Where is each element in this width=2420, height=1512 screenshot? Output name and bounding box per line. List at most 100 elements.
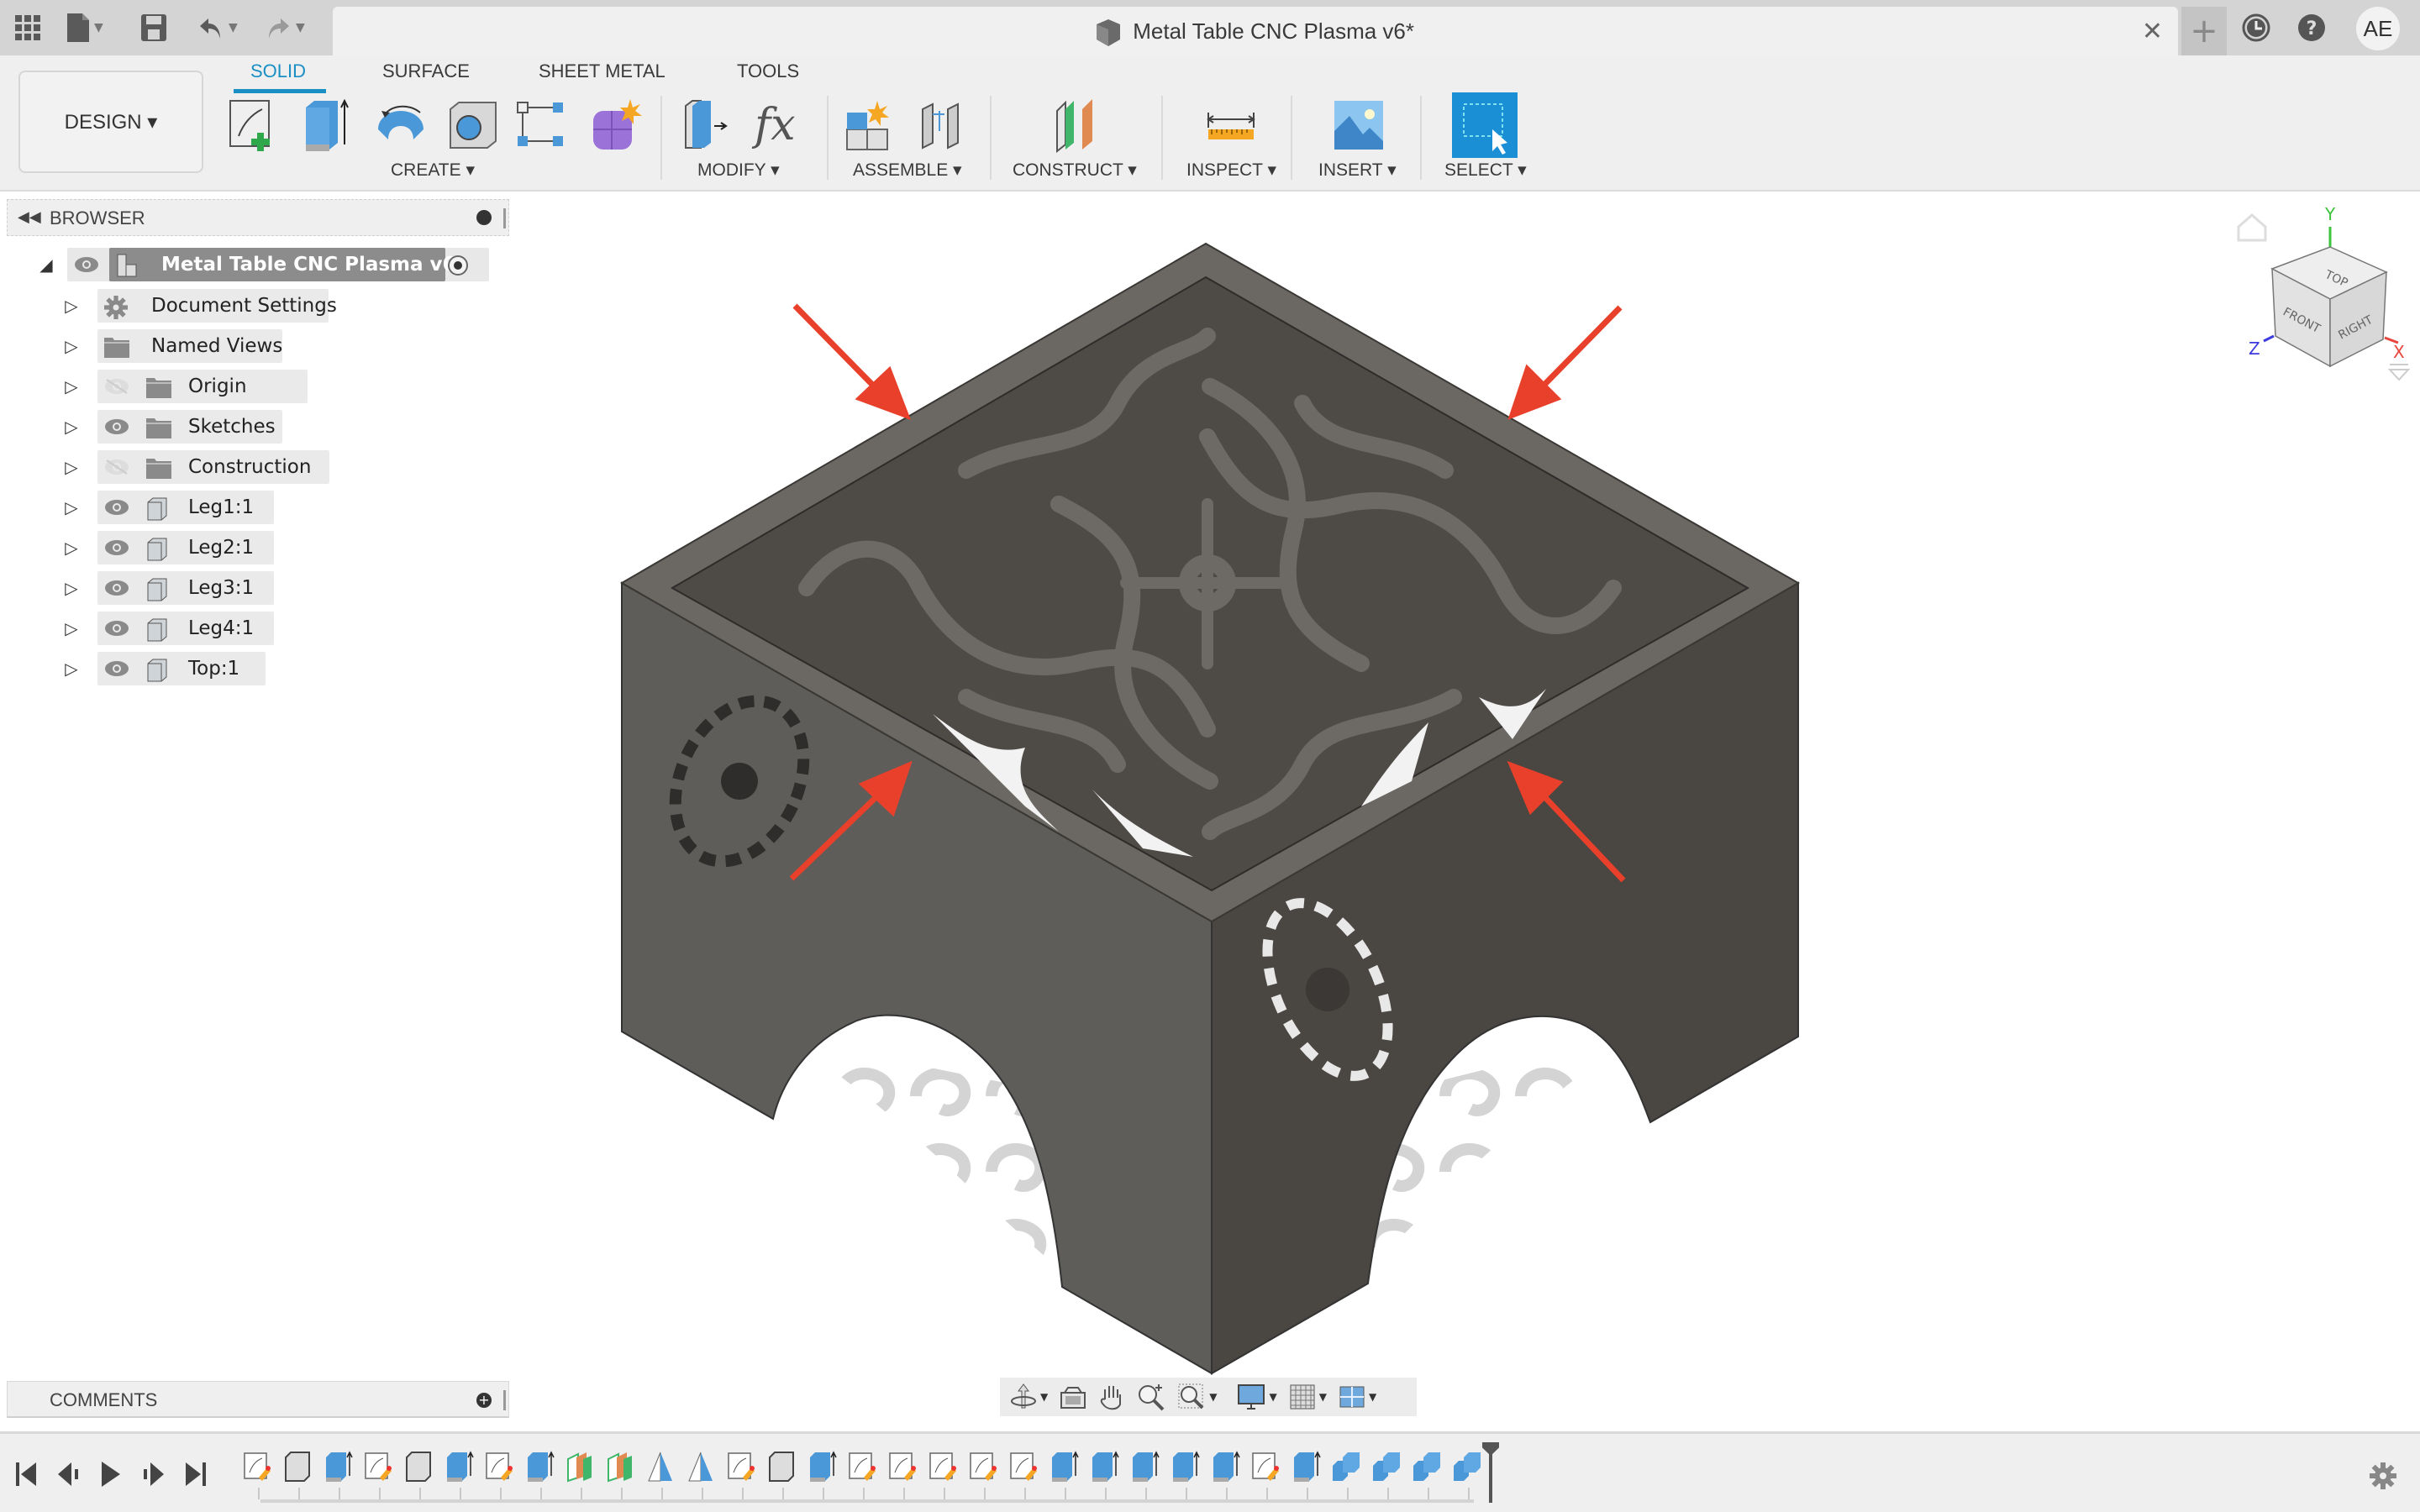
timeline-feature-combine[interactable]: [1412, 1451, 1445, 1484]
expand-arrow[interactable]: ▷: [59, 578, 84, 598]
panel-resize-handle[interactable]: [503, 1390, 506, 1410]
timeline-feature-extrude[interactable]: [323, 1451, 356, 1484]
press-pull-button[interactable]: [677, 94, 739, 156]
expand-arrow[interactable]: ▷: [59, 457, 84, 477]
expand-triangle-icon[interactable]: ▷: [59, 329, 84, 363]
expand-triangle-icon[interactable]: ▷: [59, 531, 84, 564]
expand-triangle-icon[interactable]: ▷: [59, 370, 84, 403]
timeline-feature-extrude[interactable]: [444, 1451, 477, 1484]
expand-arrow[interactable]: ▷: [59, 376, 84, 396]
expand-triangle-icon[interactable]: ▷: [59, 491, 84, 524]
view-cube[interactable]: Y TOP FRONT RIGHT X Z: [2218, 202, 2412, 386]
browser-item-leg4-1[interactable]: Leg4:1: [97, 612, 274, 645]
browser-pin-button[interactable]: [476, 210, 492, 225]
save-button[interactable]: [141, 12, 166, 44]
browser-item-construction[interactable]: Construction: [97, 450, 329, 484]
offset-plane-button[interactable]: [1045, 94, 1107, 156]
expand-arrow[interactable]: ▷: [59, 417, 84, 437]
revolve-button[interactable]: [370, 94, 432, 156]
viewcube-menu-icon[interactable]: [2387, 364, 2411, 381]
browser-item-leg1-1[interactable]: Leg1:1: [97, 491, 274, 524]
inspect-menu[interactable]: INSPECT ▾: [1186, 160, 1276, 181]
timeline-feature-extrude[interactable]: [524, 1451, 558, 1484]
workspace-switcher[interactable]: DESIGN ▾: [18, 71, 203, 173]
app-grid-button[interactable]: [15, 12, 40, 44]
browser-item-sketches[interactable]: Sketches: [97, 410, 282, 444]
browser-item-document-settings[interactable]: Document Settings: [97, 289, 337, 323]
modify-menu[interactable]: MODIFY ▾: [697, 160, 780, 181]
create-menu[interactable]: CREATE ▾: [391, 160, 475, 181]
timeline-feature-extrude[interactable]: [1210, 1451, 1244, 1484]
eye-icon[interactable]: [74, 256, 99, 273]
model-canvas[interactable]: [513, 193, 2420, 1428]
redo-button[interactable]: ▼: [266, 12, 305, 44]
timeline-feature-extrude[interactable]: [1170, 1451, 1203, 1484]
help-button[interactable]: ?: [2297, 12, 2326, 44]
insert-image-button[interactable]: [1328, 94, 1390, 156]
panel-resize-handle[interactable]: [503, 208, 506, 228]
timeline-feature-construct[interactable]: [605, 1451, 639, 1484]
joint-button[interactable]: [911, 94, 973, 156]
eye-icon[interactable]: [104, 499, 129, 516]
expand-triangle-icon[interactable]: ▷: [59, 289, 84, 323]
construct-menu[interactable]: CONSTRUCT ▾: [1013, 160, 1137, 181]
tab-solid[interactable]: SOLID: [250, 60, 306, 82]
timeline-feature-extrude[interactable]: [1129, 1451, 1163, 1484]
tab-tools[interactable]: TOOLS: [737, 60, 799, 82]
timeline-feature-plane[interactable]: [686, 1451, 719, 1484]
assemble-menu[interactable]: ASSEMBLE ▾: [853, 160, 962, 181]
collapse-triangle-icon[interactable]: ◢: [34, 255, 59, 275]
document-tab[interactable]: Metal Table CNC Plasma v6* ✕: [333, 7, 2178, 55]
timeline-feature-sketch[interactable]: [887, 1451, 921, 1484]
timeline-feature-sketch[interactable]: [847, 1451, 881, 1484]
activate-radio-icon[interactable]: [447, 255, 469, 276]
timeline-feature-body[interactable]: [282, 1451, 316, 1484]
timeline-feature-extrude[interactable]: [1291, 1451, 1324, 1484]
add-comment-button[interactable]: +: [476, 1393, 492, 1408]
timeline-feature-extrude[interactable]: [1089, 1451, 1123, 1484]
eye-icon[interactable]: [104, 620, 129, 637]
timeline-play-button[interactable]: [96, 1457, 126, 1491]
display-settings-button[interactable]: ▼: [1237, 1380, 1277, 1414]
close-tab-button[interactable]: ✕: [2142, 17, 2163, 46]
expand-arrow[interactable]: ▷: [59, 497, 84, 517]
select-menu[interactable]: SELECT ▾: [1444, 160, 1527, 181]
browser-item-leg2-1[interactable]: Leg2:1: [97, 531, 274, 564]
chevron-down-icon[interactable]: ▼: [1369, 1391, 1376, 1403]
eye-icon[interactable]: [104, 539, 129, 556]
browser-item-origin[interactable]: Origin: [97, 370, 308, 403]
browser-root-row[interactable]: ◢: [34, 248, 59, 281]
eye-icon[interactable]: [104, 660, 129, 677]
timeline-previous-button[interactable]: [54, 1457, 84, 1491]
create-form-button[interactable]: [585, 94, 647, 156]
viewports-button[interactable]: ▼: [1339, 1380, 1376, 1414]
expand-arrow[interactable]: ▷: [59, 538, 84, 558]
select-button[interactable]: [1452, 92, 1518, 158]
chevron-down-icon[interactable]: ▼: [1269, 1391, 1276, 1403]
eye-icon[interactable]: [104, 418, 129, 435]
expand-triangle-icon[interactable]: ▷: [59, 652, 84, 685]
timeline-feature-sketch[interactable]: [363, 1451, 397, 1484]
chevron-down-icon[interactable]: ▼: [1040, 1391, 1048, 1403]
pattern-button[interactable]: [511, 94, 573, 156]
timeline-feature-sketch[interactable]: [1250, 1451, 1284, 1484]
expand-arrow[interactable]: ▷: [59, 336, 84, 356]
timeline-feature-construct[interactable]: [565, 1451, 598, 1484]
expand-arrow[interactable]: ▷: [59, 659, 84, 679]
expand-arrow[interactable]: ▷: [59, 618, 84, 638]
home-view-icon[interactable]: [2237, 213, 2267, 242]
expand-arrow[interactable]: ▷: [59, 296, 84, 316]
tab-surface[interactable]: SURFACE: [382, 60, 470, 82]
timeline-feature-sketch[interactable]: [242, 1451, 276, 1484]
expand-triangle-icon[interactable]: ▷: [59, 612, 84, 645]
new-tab-button[interactable]: +: [2181, 7, 2227, 55]
user-avatar[interactable]: AE: [2356, 7, 2400, 50]
zoom-button[interactable]: [1137, 1380, 1165, 1414]
3d-viewport[interactable]: [513, 193, 2420, 1428]
chevron-down-icon[interactable]: ▼: [1319, 1391, 1327, 1403]
timeline-feature-combine[interactable]: [1371, 1451, 1405, 1484]
browser-item-leg3-1[interactable]: Leg3:1: [97, 571, 274, 605]
browser-root-item[interactable]: Metal Table CNC Plasma v6: [67, 248, 489, 281]
expand-triangle-icon[interactable]: ▷: [59, 410, 84, 444]
timeline-feature-extrude[interactable]: [1049, 1451, 1082, 1484]
